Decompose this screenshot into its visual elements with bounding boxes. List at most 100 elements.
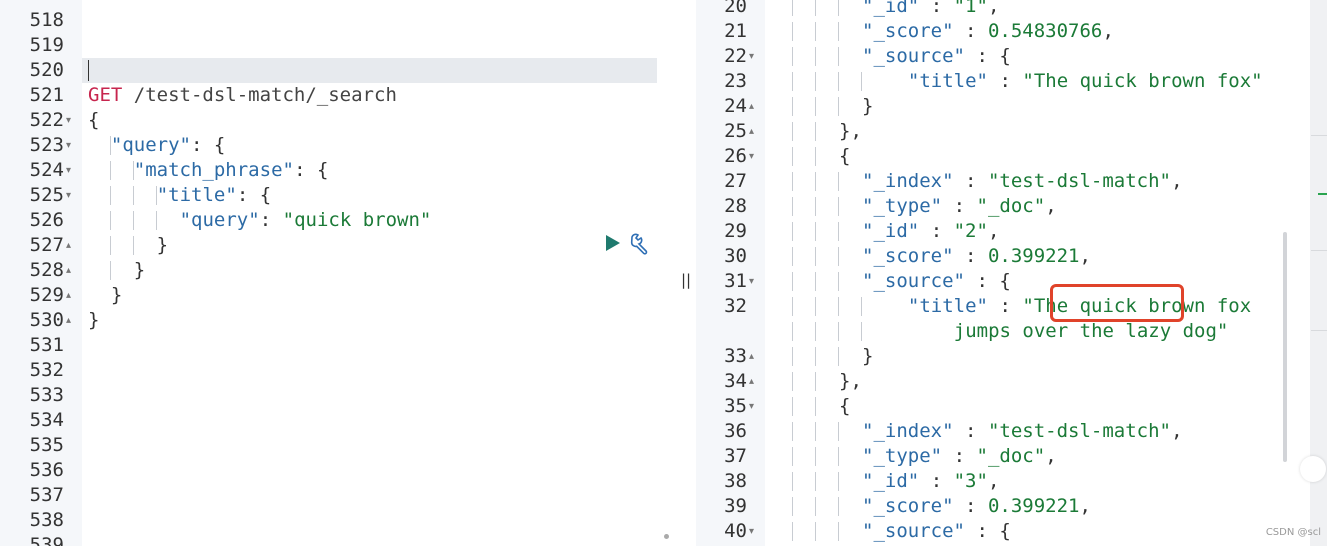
response-scrollbar-thumb[interactable] (1283, 232, 1287, 462)
code-token-pun: : { (236, 184, 272, 206)
code-token-kw: GET (88, 84, 123, 106)
request-line: 521 GET /test-dsl-match/_search (0, 83, 676, 108)
fold-collapse-icon[interactable]: ▾ (749, 269, 754, 294)
request-line: 531 (0, 333, 676, 358)
fold-collapse-icon[interactable]: ▾ (749, 44, 754, 69)
code-token-pun: , (1079, 495, 1091, 517)
request-line: 538 (0, 508, 676, 533)
response-line: 23 "title" : "The quick brown fox" (696, 69, 1310, 94)
code-token-str: "test-dsl-match" (987, 170, 1171, 192)
line-number: 525 (29, 184, 64, 206)
fold-collapse-icon[interactable]: ▾ (66, 158, 71, 183)
code-token-key: "_id" (862, 220, 920, 242)
code-token-pun: : (953, 20, 988, 42)
code-token-url: /test-dsl-match/_search (122, 84, 397, 106)
line-number: 32 (724, 295, 747, 317)
wrench-icon[interactable] (628, 231, 652, 255)
response-line: 30 "_score" : 0.399221, (696, 244, 1310, 269)
code-token-pun: : (919, 0, 954, 17)
request-line: 518 (0, 8, 676, 33)
line-number: 529 (29, 284, 64, 306)
response-line: 38 "_id" : "3", (696, 469, 1310, 494)
left-scroll-indicator[interactable] (664, 534, 669, 539)
code-token-key: "_source" (862, 270, 965, 292)
code-token-pun: : (942, 195, 977, 217)
line-number: 528 (29, 259, 64, 281)
line-number: 26 (724, 145, 747, 167)
code-token-pun: : (953, 420, 988, 442)
code-token-str: "test-dsl-match" (987, 420, 1171, 442)
code-token-key: "title" (907, 295, 988, 317)
response-line: 20 "_id" : "1", (696, 0, 1310, 19)
line-number: 534 (29, 409, 64, 431)
fold-expand-icon[interactable]: ▴ (749, 369, 754, 394)
line-number: 539 (29, 534, 64, 546)
line-number: 523 (29, 134, 64, 156)
indent-guide (110, 261, 111, 280)
line-number: 29 (724, 220, 747, 242)
line-number: 532 (29, 359, 64, 381)
edge-green-mark (1318, 193, 1327, 195)
line-number: 518 (29, 9, 64, 31)
floating-button[interactable] (1300, 456, 1326, 482)
code-token-pun: , (1045, 445, 1057, 467)
response-line: 26 ▾ { (696, 144, 1310, 169)
line-number: 28 (724, 195, 747, 217)
code-token-pun: : { (965, 520, 1011, 542)
line-number: 38 (724, 470, 747, 492)
code-token-str: "The quick brown fox" (1022, 70, 1263, 92)
code-token-key: "_id" (862, 0, 920, 17)
code-token-pun: } (862, 345, 874, 367)
code-token-pun: : (953, 495, 988, 517)
code-token-pun (88, 133, 111, 158)
fold-expand-icon[interactable]: ▴ (749, 94, 754, 119)
divider-handle[interactable]: || (680, 271, 692, 289)
request-line: 533 (0, 383, 676, 408)
code-token-pun: { (88, 109, 100, 131)
fold-expand-icon[interactable]: ▴ (66, 308, 71, 333)
code-token-pun (885, 69, 908, 94)
code-token-key: "_type" (862, 445, 943, 467)
code-token-key: "query" (179, 209, 260, 231)
code-token-key: "title" (156, 184, 237, 206)
code-token-pun: : (988, 70, 1023, 92)
code-token-str: "2" (953, 220, 988, 242)
code-token-pun: : (953, 245, 988, 267)
code-token-pun: : (919, 220, 954, 242)
response-line: 35 ▾ { (696, 394, 1310, 419)
fold-expand-icon[interactable]: ▴ (66, 258, 71, 283)
request-line: 536 (0, 458, 676, 483)
line-number: 527 (29, 234, 64, 256)
code-token-pun: { (839, 145, 851, 167)
response-line: 37 "_type" : "_doc", (696, 444, 1310, 469)
code-token-pun: } (862, 95, 874, 117)
request-editor[interactable]: 518 519 520 521 GET /test-dsl-match/_search 5… (0, 0, 676, 546)
fold-collapse-icon[interactable]: ▾ (66, 108, 71, 133)
fold-expand-icon[interactable]: ▴ (66, 233, 71, 258)
response-viewer[interactable]: 20 "_id" : "1", 21 "_score" : 0.54830766, 22… (696, 0, 1310, 546)
request-line: 537 (0, 483, 676, 508)
code-token-pun: } (88, 309, 100, 331)
fold-expand-icon[interactable]: ▴ (66, 283, 71, 308)
play-icon[interactable] (605, 234, 621, 252)
line-number: 24 (724, 95, 747, 117)
fold-expand-icon[interactable]: ▴ (749, 344, 754, 369)
code-token-pun: , (1102, 20, 1114, 42)
line-number: 524 (29, 159, 64, 181)
code-token-key: "query" (110, 134, 191, 156)
fold-collapse-icon[interactable]: ▾ (749, 144, 754, 169)
fold-collapse-icon[interactable]: ▾ (749, 519, 754, 544)
line-number: 536 (29, 459, 64, 481)
fold-expand-icon[interactable]: ▴ (749, 119, 754, 144)
response-line: 36 "_index" : "test-dsl-match", (696, 419, 1310, 444)
line-number: 25 (724, 120, 747, 142)
fold-collapse-icon[interactable]: ▾ (66, 183, 71, 208)
line-number: 36 (724, 420, 747, 442)
code-token-num: 0.399221 (987, 495, 1080, 517)
code-token-pun: : (942, 445, 977, 467)
fold-collapse-icon[interactable]: ▾ (749, 394, 754, 419)
code-token-pun: , (1079, 245, 1091, 267)
fold-collapse-icon[interactable]: ▾ (66, 133, 71, 158)
indent-guide (110, 211, 111, 230)
line-number: 34 (724, 370, 747, 392)
